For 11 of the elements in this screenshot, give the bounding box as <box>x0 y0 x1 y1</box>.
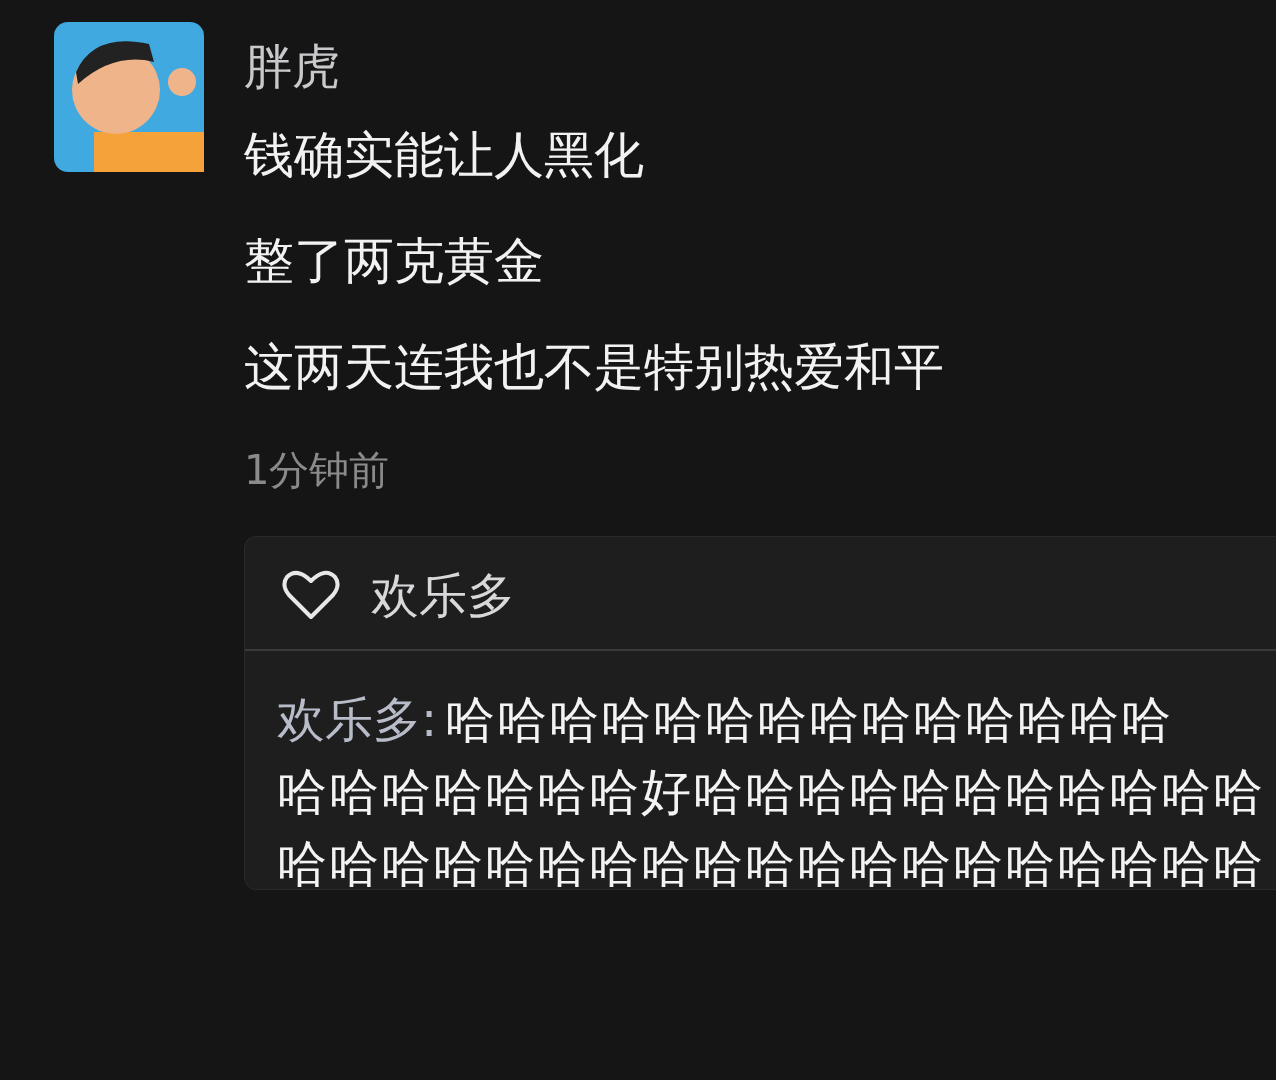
post-text: 这两天连我也不是特别热爱和平 <box>244 342 945 392</box>
comment-text: 哈哈哈哈哈哈哈好哈哈哈哈哈哈哈哈哈哈哈 <box>277 767 1265 817</box>
heart-icon <box>281 569 341 621</box>
author-name[interactable]: 胖虎 <box>244 42 1276 90</box>
commenter-name[interactable]: 欢乐多: <box>277 695 438 745</box>
post-text: 钱确实能让人黑化 <box>244 130 645 180</box>
comment-text: 哈哈哈哈哈哈哈哈哈哈哈哈哈哈 <box>445 695 1174 745</box>
post-text: 整了两克黄金 <box>244 236 545 286</box>
post-time: 1分钟前 <box>244 450 391 490</box>
comment-text: 哈哈哈哈哈哈哈哈哈哈哈哈哈哈哈哈哈哈哈 <box>277 839 1265 889</box>
liker-name[interactable]: 欢乐多 <box>371 571 515 619</box>
